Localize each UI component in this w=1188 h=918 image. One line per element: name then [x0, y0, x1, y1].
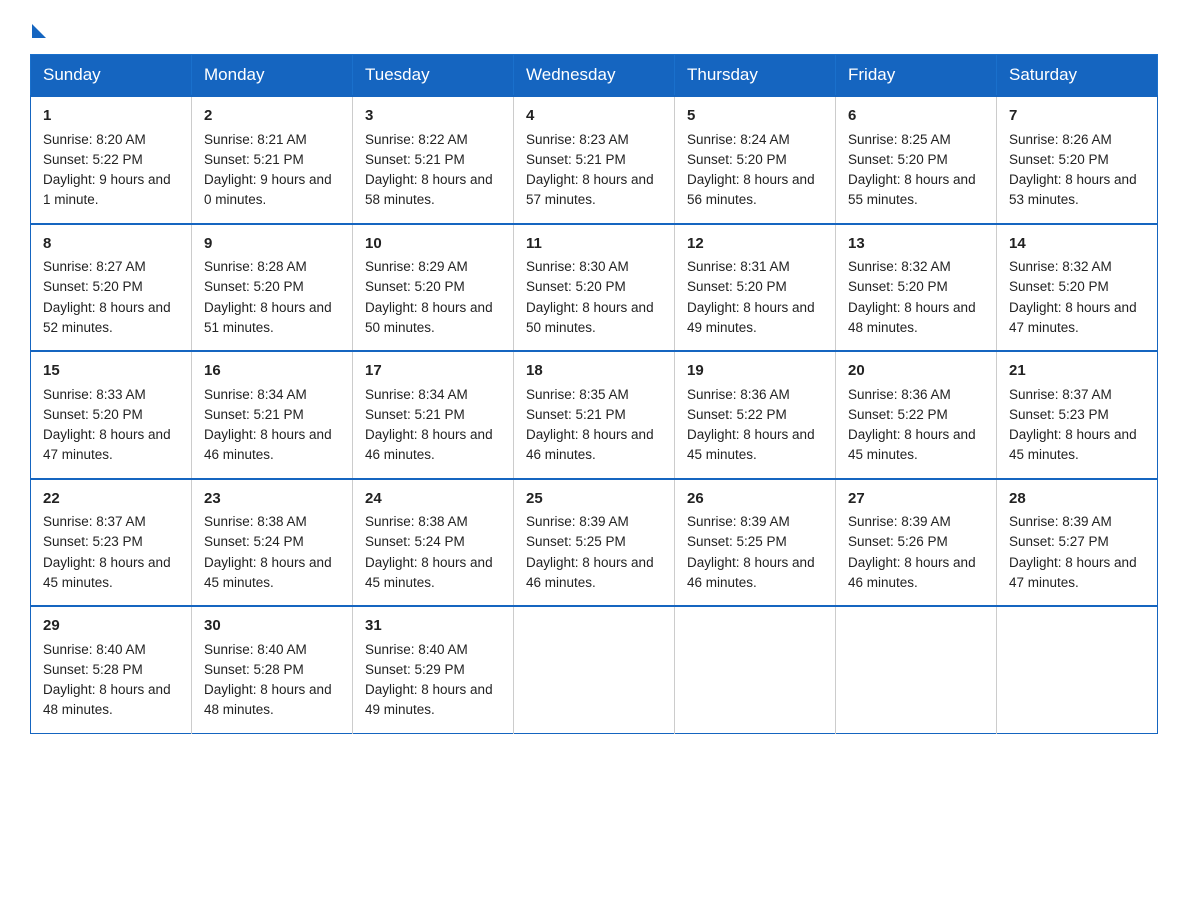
day-number: 26 — [687, 488, 823, 511]
calendar-cell: 4Sunrise: 8:23 AMSunset: 5:21 PMDaylight… — [514, 96, 675, 224]
calendar-table: SundayMondayTuesdayWednesdayThursdayFrid… — [30, 54, 1158, 734]
calendar-week-row-5: 29Sunrise: 8:40 AMSunset: 5:28 PMDayligh… — [31, 606, 1158, 733]
calendar-header-cell-saturday: Saturday — [997, 55, 1158, 97]
calendar-cell: 14Sunrise: 8:32 AMSunset: 5:20 PMDayligh… — [997, 224, 1158, 352]
calendar-cell: 17Sunrise: 8:34 AMSunset: 5:21 PMDayligh… — [353, 351, 514, 479]
day-number: 5 — [687, 105, 823, 128]
calendar-cell: 28Sunrise: 8:39 AMSunset: 5:27 PMDayligh… — [997, 479, 1158, 607]
calendar-header-cell-monday: Monday — [192, 55, 353, 97]
day-number: 11 — [526, 233, 662, 256]
day-number: 15 — [43, 360, 179, 383]
calendar-cell: 24Sunrise: 8:38 AMSunset: 5:24 PMDayligh… — [353, 479, 514, 607]
calendar-cell: 23Sunrise: 8:38 AMSunset: 5:24 PMDayligh… — [192, 479, 353, 607]
day-number: 20 — [848, 360, 984, 383]
calendar-header-cell-tuesday: Tuesday — [353, 55, 514, 97]
day-number: 29 — [43, 615, 179, 638]
calendar-cell: 26Sunrise: 8:39 AMSunset: 5:25 PMDayligh… — [675, 479, 836, 607]
calendar-week-row-4: 22Sunrise: 8:37 AMSunset: 5:23 PMDayligh… — [31, 479, 1158, 607]
day-number: 28 — [1009, 488, 1145, 511]
calendar-cell: 27Sunrise: 8:39 AMSunset: 5:26 PMDayligh… — [836, 479, 997, 607]
day-number: 6 — [848, 105, 984, 128]
calendar-header-cell-thursday: Thursday — [675, 55, 836, 97]
calendar-cell: 1Sunrise: 8:20 AMSunset: 5:22 PMDaylight… — [31, 96, 192, 224]
calendar-cell: 31Sunrise: 8:40 AMSunset: 5:29 PMDayligh… — [353, 606, 514, 733]
calendar-cell — [675, 606, 836, 733]
calendar-cell: 25Sunrise: 8:39 AMSunset: 5:25 PMDayligh… — [514, 479, 675, 607]
calendar-cell: 8Sunrise: 8:27 AMSunset: 5:20 PMDaylight… — [31, 224, 192, 352]
day-number: 23 — [204, 488, 340, 511]
calendar-cell: 30Sunrise: 8:40 AMSunset: 5:28 PMDayligh… — [192, 606, 353, 733]
calendar-header-cell-friday: Friday — [836, 55, 997, 97]
calendar-week-row-3: 15Sunrise: 8:33 AMSunset: 5:20 PMDayligh… — [31, 351, 1158, 479]
logo — [30, 20, 46, 36]
calendar-cell: 22Sunrise: 8:37 AMSunset: 5:23 PMDayligh… — [31, 479, 192, 607]
calendar-cell — [997, 606, 1158, 733]
day-number: 14 — [1009, 233, 1145, 256]
calendar-cell: 2Sunrise: 8:21 AMSunset: 5:21 PMDaylight… — [192, 96, 353, 224]
day-number: 3 — [365, 105, 501, 128]
calendar-cell — [836, 606, 997, 733]
calendar-cell: 6Sunrise: 8:25 AMSunset: 5:20 PMDaylight… — [836, 96, 997, 224]
page-header — [30, 20, 1158, 36]
calendar-header-row: SundayMondayTuesdayWednesdayThursdayFrid… — [31, 55, 1158, 97]
day-number: 10 — [365, 233, 501, 256]
day-number: 7 — [1009, 105, 1145, 128]
calendar-cell: 11Sunrise: 8:30 AMSunset: 5:20 PMDayligh… — [514, 224, 675, 352]
day-number: 4 — [526, 105, 662, 128]
calendar-cell: 16Sunrise: 8:34 AMSunset: 5:21 PMDayligh… — [192, 351, 353, 479]
calendar-header-cell-wednesday: Wednesday — [514, 55, 675, 97]
logo-arrow-icon — [32, 24, 46, 38]
calendar-cell: 21Sunrise: 8:37 AMSunset: 5:23 PMDayligh… — [997, 351, 1158, 479]
day-number: 27 — [848, 488, 984, 511]
calendar-cell: 10Sunrise: 8:29 AMSunset: 5:20 PMDayligh… — [353, 224, 514, 352]
calendar-week-row-1: 1Sunrise: 8:20 AMSunset: 5:22 PMDaylight… — [31, 96, 1158, 224]
day-number: 21 — [1009, 360, 1145, 383]
calendar-cell: 5Sunrise: 8:24 AMSunset: 5:20 PMDaylight… — [675, 96, 836, 224]
calendar-cell: 12Sunrise: 8:31 AMSunset: 5:20 PMDayligh… — [675, 224, 836, 352]
day-number: 8 — [43, 233, 179, 256]
day-number: 9 — [204, 233, 340, 256]
calendar-body: 1Sunrise: 8:20 AMSunset: 5:22 PMDaylight… — [31, 96, 1158, 733]
calendar-header-cell-sunday: Sunday — [31, 55, 192, 97]
day-number: 17 — [365, 360, 501, 383]
day-number: 30 — [204, 615, 340, 638]
day-number: 18 — [526, 360, 662, 383]
day-number: 22 — [43, 488, 179, 511]
calendar-cell — [514, 606, 675, 733]
calendar-cell: 13Sunrise: 8:32 AMSunset: 5:20 PMDayligh… — [836, 224, 997, 352]
day-number: 16 — [204, 360, 340, 383]
calendar-cell: 15Sunrise: 8:33 AMSunset: 5:20 PMDayligh… — [31, 351, 192, 479]
day-number: 13 — [848, 233, 984, 256]
day-number: 1 — [43, 105, 179, 128]
calendar-cell: 20Sunrise: 8:36 AMSunset: 5:22 PMDayligh… — [836, 351, 997, 479]
day-number: 25 — [526, 488, 662, 511]
logo-text — [30, 20, 46, 38]
day-number: 2 — [204, 105, 340, 128]
calendar-week-row-2: 8Sunrise: 8:27 AMSunset: 5:20 PMDaylight… — [31, 224, 1158, 352]
day-number: 24 — [365, 488, 501, 511]
day-number: 31 — [365, 615, 501, 638]
day-number: 12 — [687, 233, 823, 256]
calendar-cell: 3Sunrise: 8:22 AMSunset: 5:21 PMDaylight… — [353, 96, 514, 224]
calendar-cell: 29Sunrise: 8:40 AMSunset: 5:28 PMDayligh… — [31, 606, 192, 733]
calendar-cell: 7Sunrise: 8:26 AMSunset: 5:20 PMDaylight… — [997, 96, 1158, 224]
calendar-cell: 18Sunrise: 8:35 AMSunset: 5:21 PMDayligh… — [514, 351, 675, 479]
calendar-cell: 19Sunrise: 8:36 AMSunset: 5:22 PMDayligh… — [675, 351, 836, 479]
calendar-cell: 9Sunrise: 8:28 AMSunset: 5:20 PMDaylight… — [192, 224, 353, 352]
day-number: 19 — [687, 360, 823, 383]
